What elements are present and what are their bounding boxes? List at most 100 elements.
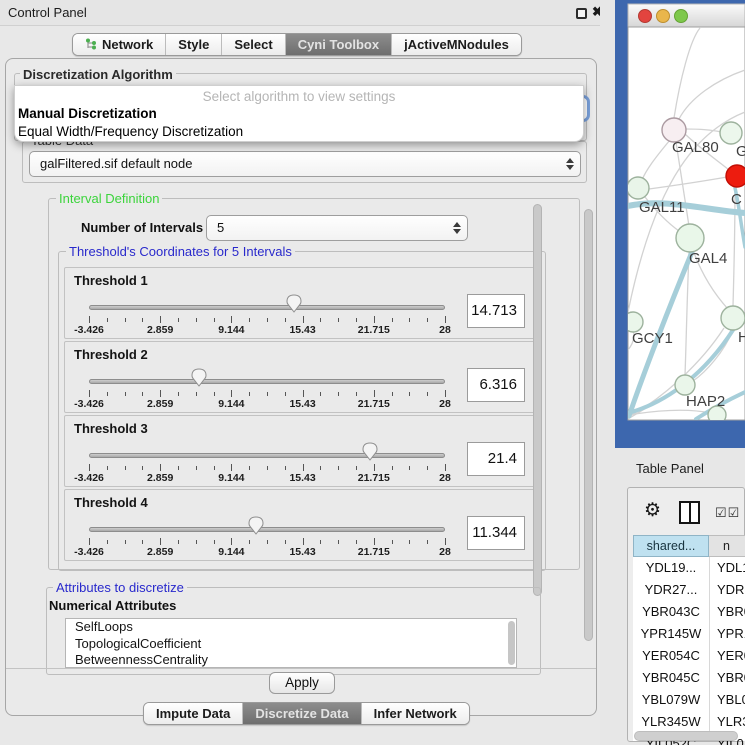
cyni-toolbox-pane: Discretization Algorithm Select algorith… <box>5 58 597 716</box>
network-view-window[interactable]: GAL80GACGAL11GAL4GCY1HHAP2 <box>615 0 745 448</box>
table-row[interactable]: YER054CYER0 <box>633 645 745 667</box>
horizontal-scrollbar-thumb[interactable] <box>634 731 738 741</box>
tick-mark <box>427 318 428 322</box>
tick-label: 15.43 <box>289 472 315 484</box>
table-row[interactable]: YBL079WYBL0 <box>633 689 745 711</box>
red-node[interactable] <box>726 165 745 187</box>
control-panel: Control Panel ✖ NetworkStyleSelectCyni T… <box>0 0 600 745</box>
tab-infer-network[interactable]: Infer Network <box>362 703 469 724</box>
tick-mark <box>285 392 286 396</box>
table-row[interactable]: YDL19...YDL1 <box>633 557 745 579</box>
tick-label: 15.43 <box>289 398 315 410</box>
tab-discretize-data[interactable]: Discretize Data <box>243 703 361 724</box>
column-header-name[interactable]: n <box>709 535 745 557</box>
algorithm-option[interactable]: Manual Discretization <box>18 106 157 121</box>
threshold-value-field[interactable]: 6.316 <box>467 368 525 402</box>
cell-shared-name: YDL19... <box>633 557 709 579</box>
cell-name: YBL0 <box>717 689 745 711</box>
node-label-GAL11: GAL11 <box>639 199 685 216</box>
tick-mark <box>374 316 375 323</box>
threshold-value-field[interactable]: 21.4 <box>467 442 525 476</box>
tick-mark <box>445 464 446 471</box>
threshold-slider-thumb[interactable] <box>248 516 264 535</box>
tick-label: 2.859 <box>147 472 173 484</box>
close-traffic-light[interactable] <box>639 10 652 23</box>
algorithm-option[interactable]: Equal Width/Frequency Discretization <box>18 124 243 139</box>
threshold-box-2: Threshold 2-3.4262.8599.14415.4321.71528… <box>64 341 536 413</box>
node-label-H: H <box>738 329 745 346</box>
tick-mark <box>445 538 446 545</box>
discretization-algorithm-label: Discretization Algorithm <box>20 67 176 82</box>
GAL11-node[interactable] <box>627 177 649 199</box>
combo-spinner-icon <box>453 222 460 234</box>
GAL4-node[interactable] <box>676 224 704 252</box>
gear-icon[interactable]: ⚙ <box>644 499 661 522</box>
numerical-attributes-list[interactable]: SelfLoopsTopologicalCoefficientBetweenne… <box>65 618 517 668</box>
threshold-slider-thumb[interactable] <box>286 294 302 313</box>
minimize-traffic-light[interactable] <box>657 10 670 23</box>
table-row[interactable]: YDR27...YDR2 <box>633 579 745 601</box>
table-row[interactable]: YBR045CYBR0 <box>633 667 745 689</box>
tick-mark <box>178 466 179 470</box>
checkbox-icons[interactable]: ☑☑ <box>715 505 740 521</box>
tick-mark <box>374 464 375 471</box>
top-right-node[interactable] <box>720 122 742 144</box>
tab-cyni-toolbox[interactable]: Cyni Toolbox <box>286 34 392 55</box>
tick-mark <box>214 466 215 470</box>
table-row[interactable]: YBR043CYBR0 <box>633 601 745 623</box>
HAP2-node[interactable] <box>675 375 695 395</box>
table-row[interactable]: YLR345WYLR3 <box>633 711 745 733</box>
apply-button[interactable]: Apply <box>269 672 335 694</box>
outer-vertical-scrollbar-thumb[interactable] <box>584 209 593 641</box>
tick-label: -3.426 <box>74 324 104 336</box>
attribute-list-item[interactable]: SelfLoops <box>66 619 516 636</box>
algorithm-dropdown-popup: Select algorithm to view settings Manual… <box>14 85 584 142</box>
threshold-slider-thumb[interactable] <box>191 368 207 387</box>
tab-network[interactable]: Network <box>73 34 166 55</box>
tick-mark <box>285 466 286 470</box>
tick-mark <box>285 318 286 322</box>
tab-select[interactable]: Select <box>222 34 285 55</box>
network-canvas[interactable] <box>628 27 745 420</box>
threshold-value-field[interactable]: 11.344 <box>467 516 525 550</box>
attribute-list-item[interactable]: TopologicalCoefficient <box>66 636 516 653</box>
float-window-icon[interactable] <box>576 8 587 19</box>
tick-mark <box>409 318 410 322</box>
threshold-box-3: Threshold 3-3.4262.8599.14415.4321.71528… <box>64 415 536 487</box>
threshold-slider-track[interactable] <box>89 453 445 458</box>
tick-mark <box>356 318 357 322</box>
right-mid-node[interactable] <box>721 306 745 330</box>
threshold-slider-track[interactable] <box>89 379 445 384</box>
threshold-label: Threshold 3 <box>74 421 148 436</box>
attribute-list-item[interactable]: BetweennessCentrality <box>66 652 516 668</box>
tick-label: 28 <box>439 472 451 484</box>
threshold-slider-track[interactable] <box>89 527 445 532</box>
tick-mark <box>409 540 410 544</box>
tick-mark <box>374 390 375 397</box>
list-scrollbar-thumb[interactable] <box>508 621 515 665</box>
tick-label: 21.715 <box>358 546 390 558</box>
tick-mark <box>249 392 250 396</box>
tab-impute-data[interactable]: Impute Data <box>144 703 243 724</box>
tick-label: -3.426 <box>74 472 104 484</box>
columns-icon[interactable] <box>679 501 700 524</box>
number-of-intervals-combobox[interactable]: 5 <box>206 215 468 241</box>
tick-mark <box>178 318 179 322</box>
table-row[interactable]: YPR145WYPR1 <box>633 623 745 645</box>
threshold-slider-track[interactable] <box>89 305 445 310</box>
table-data-combobox[interactable]: galFiltered.sif default node <box>29 151 581 177</box>
tick-mark <box>303 316 304 323</box>
tick-mark <box>160 390 161 397</box>
number-of-intervals-label: Number of Intervals <box>81 220 203 235</box>
tab-jactivemnodules[interactable]: jActiveMNodules <box>392 34 521 55</box>
tick-mark <box>392 466 393 470</box>
cell-name: YLR3 <box>717 711 745 733</box>
column-header-shared-name[interactable]: shared... <box>633 535 709 557</box>
threshold-slider-thumb[interactable] <box>362 442 378 461</box>
zoom-traffic-light[interactable] <box>675 10 688 23</box>
inner-vertical-scrollbar-thumb[interactable] <box>533 204 542 596</box>
threshold-label: Threshold 1 <box>74 273 148 288</box>
tick-mark <box>303 464 304 471</box>
tab-style[interactable]: Style <box>166 34 222 55</box>
threshold-value-field[interactable]: 14.713 <box>467 294 525 328</box>
